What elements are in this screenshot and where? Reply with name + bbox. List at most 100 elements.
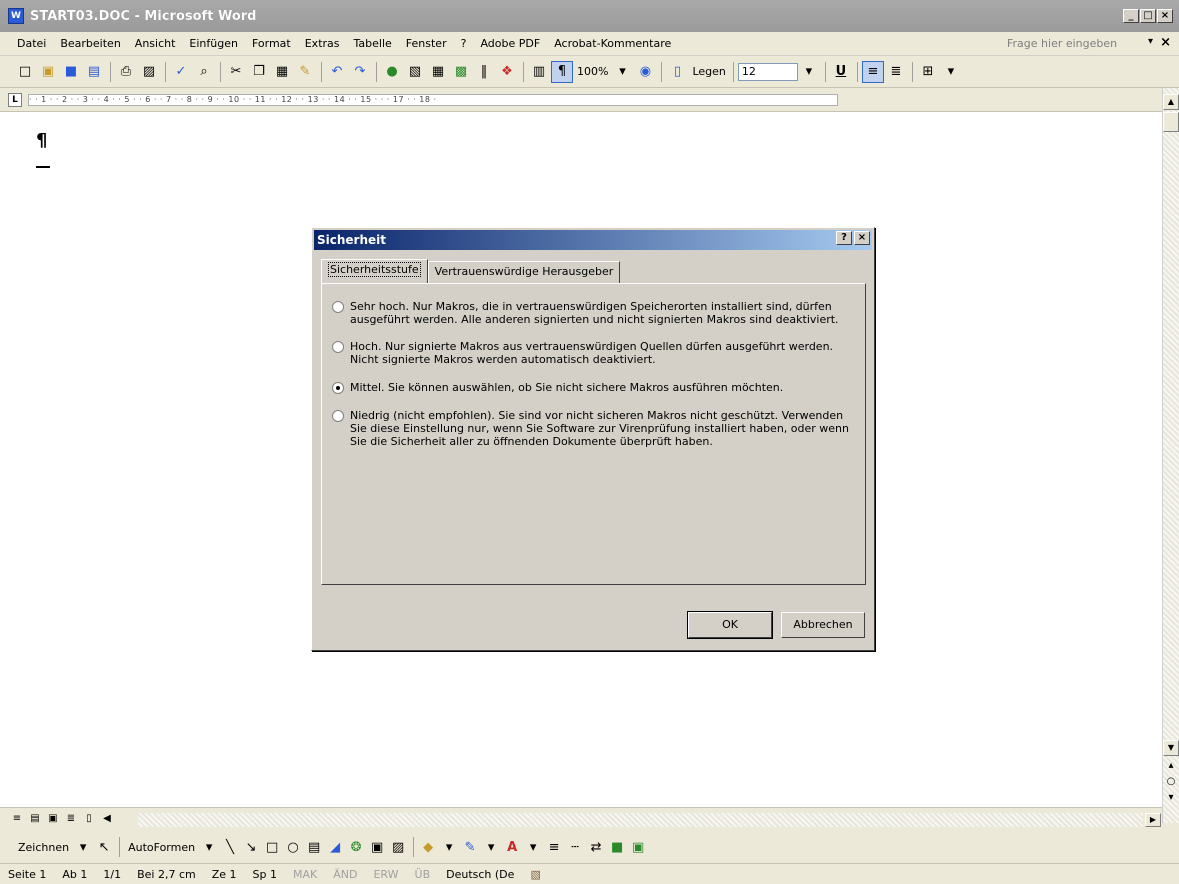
horizontal-scroll-track[interactable]	[138, 813, 1143, 827]
scroll-thumb[interactable]	[1163, 112, 1179, 132]
menu-datei[interactable]: Datei	[10, 37, 53, 50]
tables-borders-icon[interactable]: ▧	[404, 61, 426, 83]
dialog-close-button[interactable]: ×	[854, 231, 870, 245]
rectangle-icon[interactable]: □	[262, 837, 282, 857]
normal-view-icon[interactable]: ≡	[10, 812, 24, 826]
menu-einfuegen[interactable]: Einfügen	[182, 37, 245, 50]
menu-bearbeiten[interactable]: Bearbeiten	[53, 37, 127, 50]
spelling-icon[interactable]: ✓	[170, 61, 192, 83]
columns-icon[interactable]: ‖	[473, 61, 495, 83]
drawing-icon[interactable]: ❖	[496, 61, 518, 83]
option-medium[interactable]: Mittel. Sie können auswählen, ob Sie nic…	[332, 381, 852, 394]
menu-format[interactable]: Format	[245, 37, 298, 50]
menu-tabelle[interactable]: Tabelle	[347, 37, 399, 50]
read-icon[interactable]: ▯	[666, 61, 688, 83]
3d-style-icon[interactable]: ▣	[628, 837, 648, 857]
tab-security-level[interactable]: Sicherheitsstufe	[321, 259, 428, 283]
shadow-style-icon[interactable]: ■	[607, 837, 627, 857]
option-high[interactable]: Hoch. Nur signierte Makros aus vertrauen…	[332, 340, 852, 366]
menu-help[interactable]: ?	[454, 37, 474, 50]
menu-fenster[interactable]: Fenster	[399, 37, 454, 50]
borders-icon[interactable]: ⊞	[917, 61, 939, 83]
redo-icon[interactable]: ↷	[349, 61, 371, 83]
arrow-style-icon[interactable]: ⇄	[586, 837, 606, 857]
permission-icon[interactable]: ▤	[83, 61, 105, 83]
open-folder-icon[interactable]: ▣	[37, 61, 59, 83]
line-color-dropdown-icon[interactable]: ▾	[481, 837, 501, 857]
menu-ansicht[interactable]: Ansicht	[128, 37, 183, 50]
web-layout-icon[interactable]: ▤	[28, 812, 42, 826]
show-hide-icon[interactable]: ¶	[551, 60, 573, 83]
status-track-changes[interactable]: ÄND	[325, 868, 365, 881]
restore-button[interactable]: □	[1140, 9, 1156, 23]
browse-object-icon[interactable]: ○	[1163, 776, 1179, 790]
close-document-button[interactable]: ×	[1160, 35, 1171, 50]
radio-very-high[interactable]	[332, 301, 344, 313]
select-objects-icon[interactable]: ↖	[94, 837, 114, 857]
zoom-value[interactable]: 100%	[574, 65, 611, 78]
menu-acrobat-kommentare[interactable]: Acrobat-Kommentare	[547, 37, 678, 50]
fill-color-dropdown-icon[interactable]: ▾	[439, 837, 459, 857]
print-icon[interactable]: ⎙	[115, 61, 137, 83]
print-layout-icon[interactable]: ▣	[46, 812, 60, 826]
document-map-icon[interactable]: ▥	[528, 61, 550, 83]
insert-excel-icon[interactable]: ▩	[450, 61, 472, 83]
vertical-scrollbar[interactable]: ▲ ▼ ▴ ○ ▾	[1162, 88, 1179, 823]
line-color-icon[interactable]: ✎	[460, 837, 480, 857]
spelling-status-icon[interactable]: ▧	[522, 868, 548, 881]
diagram-icon[interactable]: ❂	[346, 837, 366, 857]
minimize-button[interactable]: _	[1123, 9, 1139, 23]
font-size-dropdown-icon[interactable]: ▾	[798, 61, 820, 83]
status-language[interactable]: Deutsch (De	[438, 868, 522, 881]
print-preview-icon[interactable]: ▨	[138, 61, 160, 83]
ruler-scale[interactable]: · · 1 · · 2 · · 3 · · 4 · · 5 · · 6 · · …	[28, 94, 838, 106]
menu-extras[interactable]: Extras	[298, 37, 347, 50]
underline-button[interactable]: U	[830, 61, 852, 83]
radio-high[interactable]	[332, 341, 344, 353]
autoshapes-button[interactable]: AutoFormen	[124, 841, 199, 854]
zoom-dropdown-icon[interactable]: ▾	[611, 61, 633, 83]
reading-layout-icon[interactable]: ▯	[82, 812, 96, 826]
scroll-down-button[interactable]: ▼	[1163, 740, 1179, 756]
clip-art-icon[interactable]: ▣	[367, 837, 387, 857]
font-color-dropdown-icon[interactable]: ▾	[523, 837, 543, 857]
tab-trusted-publishers[interactable]: Vertrauenswürdige Herausgeber	[427, 261, 621, 283]
line-style-icon[interactable]: ≡	[544, 837, 564, 857]
oval-icon[interactable]: ○	[283, 837, 303, 857]
font-size-field[interactable]: 12	[737, 62, 798, 81]
ok-button[interactable]: OK	[687, 611, 773, 639]
save-icon[interactable]: ■	[60, 61, 82, 83]
radio-medium[interactable]	[332, 382, 344, 394]
autoshapes-dropdown-icon[interactable]: ▾	[199, 837, 219, 857]
undo-icon[interactable]: ↶	[326, 61, 348, 83]
copy-icon[interactable]: ❐	[248, 61, 270, 83]
status-overtype[interactable]: ÜB	[407, 868, 439, 881]
borders-dropdown-icon[interactable]: ▾	[940, 61, 962, 83]
status-extend[interactable]: ERW	[365, 868, 406, 881]
research-icon[interactable]: ⌕	[193, 61, 215, 83]
align-left-icon[interactable]: ≡	[861, 60, 884, 83]
scroll-up-button[interactable]: ▲	[1163, 94, 1179, 110]
draw-menu-button[interactable]: Zeichnen	[14, 841, 73, 854]
dash-style-icon[interactable]: ┄	[565, 837, 585, 857]
wordart-icon[interactable]: ◢	[325, 837, 345, 857]
chevron-down-icon[interactable]: ▾	[1148, 36, 1153, 47]
line-icon[interactable]: ╲	[220, 837, 240, 857]
close-button[interactable]: ×	[1157, 9, 1173, 23]
cut-icon[interactable]: ✂	[225, 61, 247, 83]
status-record-macro[interactable]: MAK	[285, 868, 325, 881]
insert-table-icon[interactable]: ▦	[427, 61, 449, 83]
scroll-left-icon[interactable]: ◀	[100, 812, 114, 826]
menu-adobe-pdf[interactable]: Adobe PDF	[473, 37, 547, 50]
scroll-right-button[interactable]: ▶	[1145, 813, 1161, 827]
text-box-icon[interactable]: ▤	[304, 837, 324, 857]
draw-menu-dropdown-icon[interactable]: ▾	[73, 837, 93, 857]
tab-stop-selector[interactable]: L	[8, 93, 22, 107]
previous-page-icon[interactable]: ▴	[1163, 760, 1179, 774]
arrow-icon[interactable]: ↘	[241, 837, 261, 857]
radio-low[interactable]	[332, 410, 344, 422]
word-app-icon[interactable]: W	[8, 8, 24, 24]
help-search-input[interactable]: Frage hier eingeben	[1007, 35, 1129, 53]
option-low[interactable]: Niedrig (nicht empfohlen). Sie sind vor …	[332, 409, 852, 448]
cancel-button[interactable]: Abbrechen	[781, 612, 865, 638]
